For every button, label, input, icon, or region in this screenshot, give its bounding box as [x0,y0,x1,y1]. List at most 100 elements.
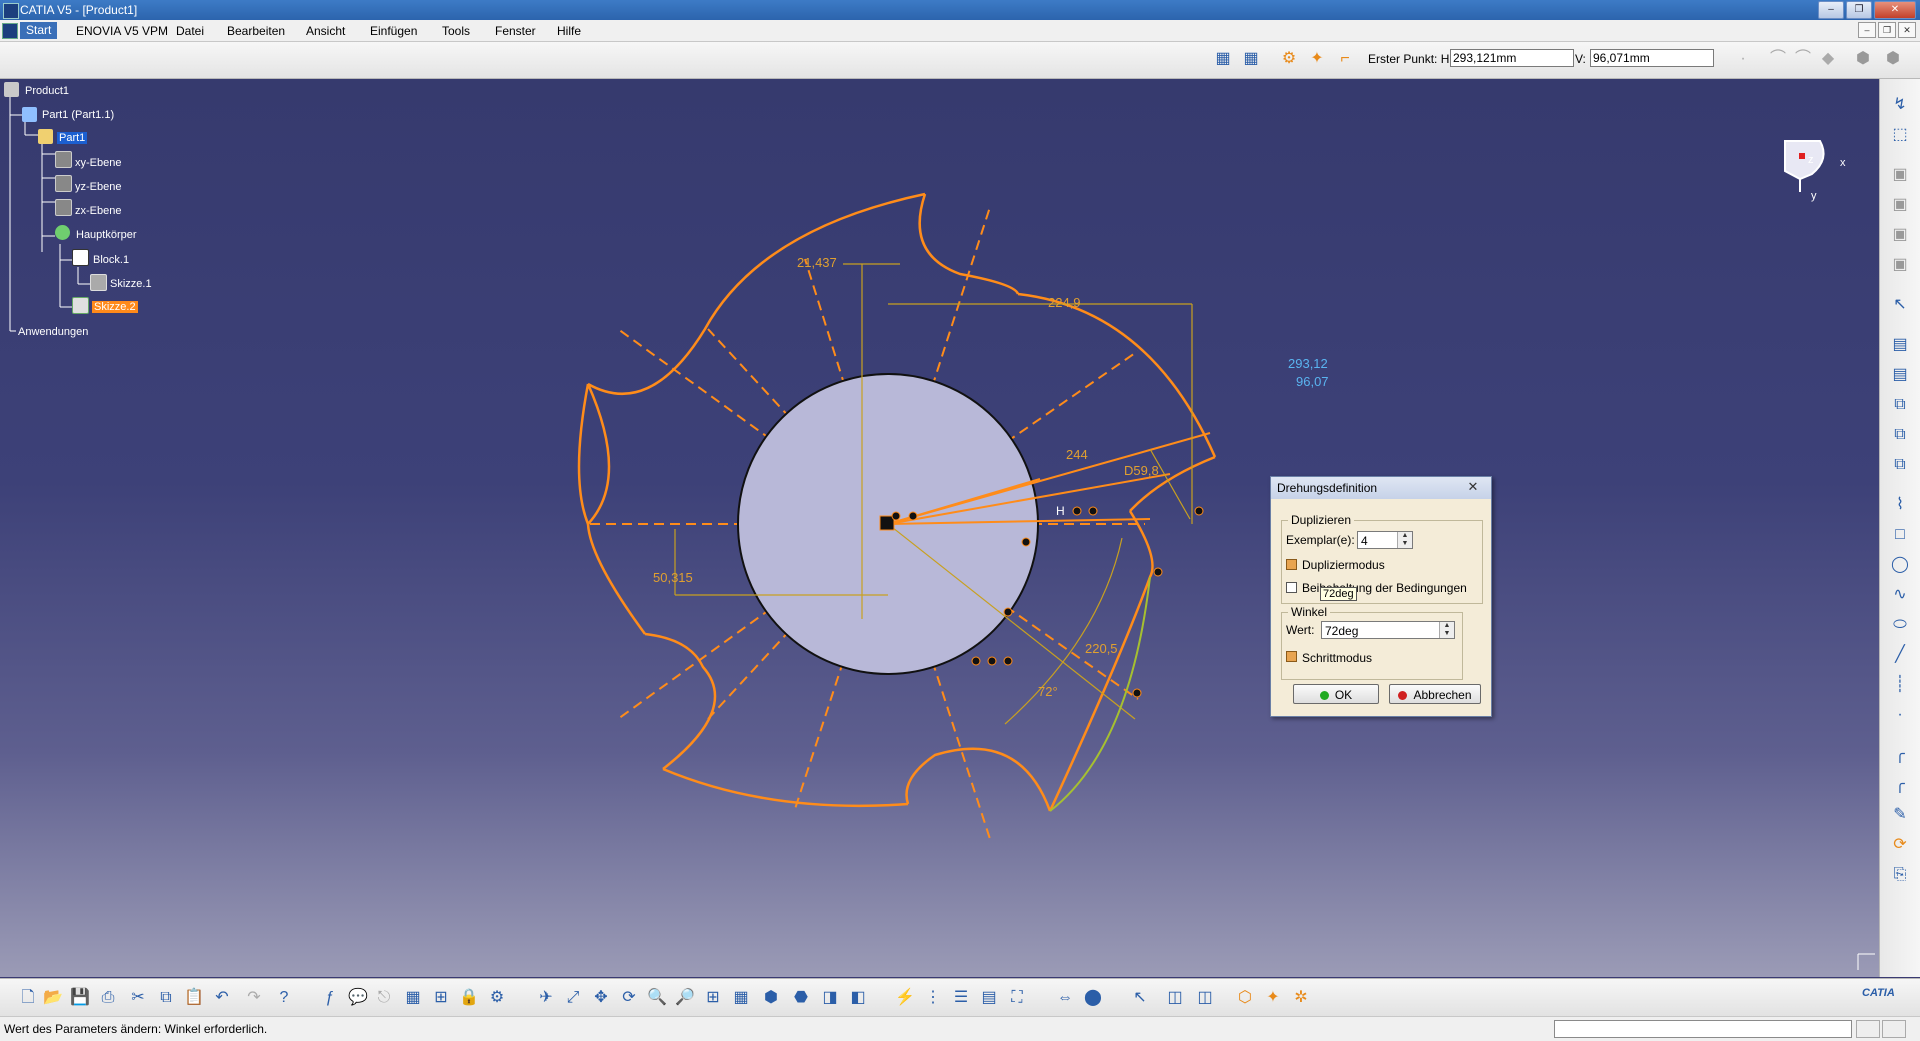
normal-view-icon[interactable]: ⊞ [703,988,723,1008]
copy-icon[interactable]: ⧉ [156,988,176,1008]
dim-50315[interactable]: 50,315 [653,570,693,585]
constraint-marker[interactable] [1194,506,1204,516]
formula-icon[interactable]: ƒ [320,988,340,1008]
3d-viewport[interactable]: Product1 Part1 (Part1.1) Part1 xy-Ebene … [0,79,1880,977]
menu-bearbeiten[interactable]: Bearbeiten [227,24,285,38]
constraint-marker[interactable] [1021,537,1031,547]
snap-to-point-icon[interactable]: ▦ [1241,49,1261,69]
grid-icon[interactable]: ▤ [979,988,999,1008]
view-icon[interactable]: ▣ [1890,255,1910,275]
hide-show-icon[interactable]: ◨ [820,988,840,1008]
step-mode-checkbox[interactable] [1286,651,1297,662]
menu-hilfe[interactable]: Hilfe [557,24,581,38]
ellipse-icon[interactable]: ⬭ [1890,615,1910,635]
profile-icon[interactable]: ⌇ [1890,495,1910,515]
constraint-marker[interactable] [1132,688,1142,698]
select-icon[interactable]: ↖ [1130,988,1150,1008]
instances-spinner[interactable]: 4 ▲ ▼ [1357,531,1413,549]
rectangle-icon[interactable]: □ [1890,525,1910,545]
layer-icon[interactable]: ◫ [1195,988,1215,1008]
dim-2205[interactable]: 220,5 [1085,641,1118,656]
dim-d598[interactable]: D59,8 [1124,463,1159,478]
zoom-in-icon[interactable]: 🔍 [647,988,667,1008]
menu-tools[interactable]: Tools [442,24,470,38]
comment-icon[interactable]: 💬 [348,988,368,1008]
rotate-icon[interactable]: ⟳ [619,988,639,1008]
close-button[interactable]: ✕ [1874,1,1916,19]
spline-icon[interactable]: ∿ [1890,585,1910,605]
menu-enovia[interactable]: ENOVIA V5 VPM [76,24,168,38]
instances-spin-buttons[interactable]: ▲ ▼ [1397,532,1412,548]
catia-app-icon[interactable] [3,3,19,19]
dim-72deg[interactable]: 72° [1038,684,1058,699]
doc-restore-button[interactable]: ❐ [1878,22,1896,38]
minimize-button[interactable]: – [1818,1,1844,19]
doc-icon[interactable] [2,23,18,39]
angle-value-spinner[interactable]: 72deg ▲ ▼ [1321,621,1455,639]
whats-this-icon[interactable]: ? [274,988,294,1008]
exit-workbench-icon[interactable]: ↯ [1890,95,1910,115]
constraint-icon[interactable]: ✦ [1263,988,1283,1008]
undo-icon[interactable]: ↶ [212,988,232,1008]
maximize-button[interactable]: ❐ [1846,1,1872,19]
cube-view-icon[interactable]: ⬢ [1883,49,1903,69]
tree-icon[interactable]: ⊞ [431,988,451,1008]
constraint-icon[interactable]: ⧉ [1890,395,1910,415]
menu-einfuegen[interactable]: Einfügen [370,24,417,38]
construction-element-icon[interactable]: ⚙ [1279,49,1299,69]
chamfer-icon[interactable]: ╭ [1890,775,1910,795]
status-button[interactable] [1856,1020,1880,1038]
table-icon[interactable]: ▦ [403,988,423,1008]
measure-icon[interactable]: ⇔ [1055,988,1075,1008]
constraint-marker[interactable] [987,656,997,666]
corner-icon[interactable]: ╭ [1890,745,1910,765]
dim-244[interactable]: 244 [1066,447,1088,462]
circle-icon[interactable]: ◯ [1890,555,1910,575]
constraint-marker[interactable] [891,511,901,521]
dialog-close-button[interactable]: ✕ [1461,479,1485,495]
analysis-icon[interactable]: ⚙ [487,988,507,1008]
dim-21437[interactable]: 21,437 [797,255,837,270]
dimension-icon[interactable]: ⋮ [923,988,943,1008]
grid-icon[interactable]: ▦ [1213,49,1233,69]
pin-icon[interactable]: ⎋ [374,988,394,1008]
command-input[interactable] [1554,1020,1852,1038]
h-coordinate-input[interactable] [1450,49,1574,67]
constraint-marker[interactable] [1153,567,1163,577]
angle-spin-buttons[interactable]: ▲ ▼ [1439,622,1454,638]
trim-icon[interactable]: ✎ [1890,805,1910,825]
menu-start[interactable]: Start [20,22,58,39]
transformation-icon[interactable]: ⟳ [1890,835,1910,855]
select-icon[interactable]: ↖ [1890,295,1910,315]
print-icon[interactable]: ⎙ [98,988,118,1008]
project-icon[interactable]: ⎘ [1890,865,1910,885]
dimensional-constraints-icon[interactable]: ⌐ [1335,49,1355,69]
compass[interactable]: x z y [1784,140,1846,202]
point-icon[interactable]: · [1733,49,1753,69]
fly-icon[interactable]: ✈ [536,988,556,1008]
output-icon[interactable]: ☰ [951,988,971,1008]
constraint-marker[interactable] [1003,607,1013,617]
sketch-analysis-icon[interactable]: ⚡ [895,988,915,1008]
layer-icon[interactable]: ◫ [1165,988,1185,1008]
material-icon[interactable]: ⬤ [1083,988,1103,1008]
doc-close-button[interactable]: ✕ [1898,22,1916,38]
menu-fenster[interactable]: Fenster [495,24,536,38]
menu-ansicht[interactable]: Ansicht [306,24,345,38]
shading-icon[interactable]: ⬣ [791,988,811,1008]
constraint-marker[interactable] [1088,506,1098,516]
zoom-out-icon[interactable]: 🔎 [675,988,695,1008]
sketch-icon[interactable]: ⬚ [1890,125,1910,145]
point-icon[interactable]: · [1890,705,1910,725]
pan-icon[interactable]: ✥ [591,988,611,1008]
cut-part-icon[interactable]: ⛶ [1007,988,1027,1008]
cancel-button[interactable]: Abbrechen [1389,684,1481,704]
multi-view-icon[interactable]: ▦ [731,988,751,1008]
axis-icon[interactable]: ┊ [1890,675,1910,695]
doc-minimize-button[interactable]: – [1858,22,1876,38]
line-icon[interactable]: ╱ [1890,645,1910,665]
dim-2249[interactable]: 224,9 [1048,295,1081,310]
origin-point[interactable] [879,515,895,531]
menu-datei[interactable]: Datei [176,24,204,38]
swap-visible-icon[interactable]: ◧ [848,988,868,1008]
